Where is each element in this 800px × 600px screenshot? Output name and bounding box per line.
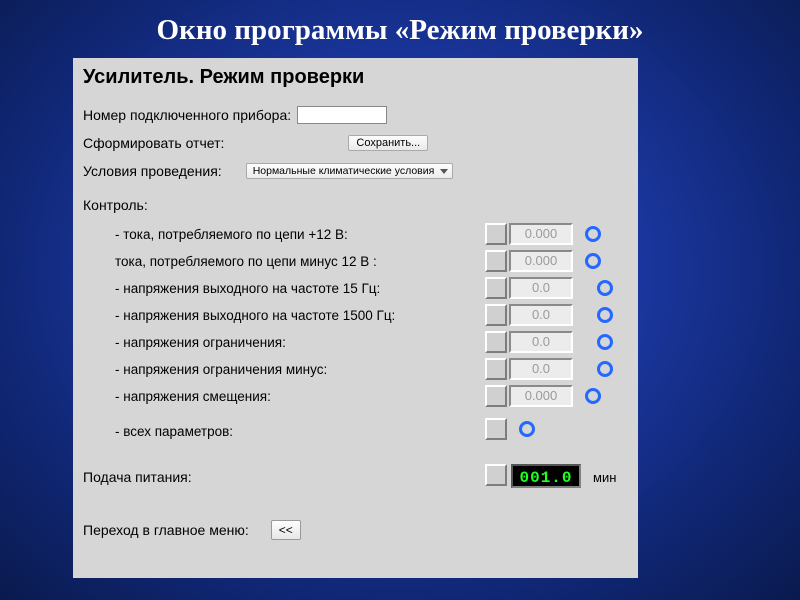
back-button[interactable]: << — [271, 520, 301, 540]
status-indicator-icon — [597, 361, 613, 377]
device-number-row: Номер подключенного прибора: — [73, 101, 638, 129]
device-number-input[interactable] — [297, 106, 387, 124]
back-row: Переход в главное меню: << — [73, 520, 638, 540]
status-indicator-icon — [597, 334, 613, 350]
run-button[interactable] — [485, 277, 507, 299]
run-button[interactable] — [485, 250, 507, 272]
power-row: Подача питания: 001.0 мин — [73, 462, 638, 492]
control-item-label: - напряжения ограничения: — [115, 335, 286, 350]
timer-unit: мин — [593, 470, 616, 485]
all-params-label: - всех параметров: — [115, 424, 233, 439]
readout-value: 0.0 — [509, 358, 573, 380]
readout-value: 0.000 — [509, 250, 573, 272]
report-row: Сформировать отчет: Сохранить... — [73, 129, 638, 157]
conditions-dropdown[interactable]: Нормальные климатические условия — [246, 163, 454, 179]
control-item-label: - напряжения выходного на частоте 1500 Г… — [115, 308, 395, 323]
control-item-label: - напряжения смещения: — [115, 389, 271, 404]
back-label: Переход в главное меню: — [83, 522, 249, 538]
control-label: Контроль: — [73, 193, 638, 215]
power-label: Подача питания: — [83, 469, 192, 485]
readout-value: 0.0 — [509, 304, 573, 326]
device-number-label: Номер подключенного прибора: — [83, 107, 291, 123]
readout-value: 0.000 — [509, 223, 573, 245]
panel-title: Усилитель. Режим проверки — [73, 58, 638, 101]
conditions-row: Условия проведения: Нормальные климатиче… — [73, 157, 638, 185]
report-label: Сформировать отчет: — [83, 135, 224, 151]
control-list: - тока, потребляемого по цепи +12 В: 0.0… — [73, 221, 638, 410]
control-row: - напряжения ограничения минус: 0.0 — [73, 356, 638, 383]
run-all-button[interactable] — [485, 418, 507, 440]
control-row: - напряжения ограничения: 0.0 — [73, 329, 638, 356]
timer-display: 001.0 — [511, 464, 581, 488]
slide-title: Окно программы «Режим проверки» — [0, 0, 800, 57]
control-item-label: - тока, потребляемого по цепи +12 В: — [115, 227, 348, 242]
status-indicator-icon — [597, 307, 613, 323]
readout-value: 0.0 — [509, 277, 573, 299]
run-button[interactable] — [485, 304, 507, 326]
control-row: - напряжения выходного на частоте 1500 Г… — [73, 302, 638, 329]
readout-value: 0.000 — [509, 385, 573, 407]
readout-value: 0.0 — [509, 331, 573, 353]
status-indicator-icon — [585, 253, 601, 269]
control-item-label: - напряжения выходного на частоте 15 Гц: — [115, 281, 380, 296]
save-button[interactable]: Сохранить... — [348, 135, 428, 151]
run-button[interactable] — [485, 385, 507, 407]
run-button[interactable] — [485, 331, 507, 353]
control-item-label: - напряжения ограничения минус: — [115, 362, 327, 377]
status-indicator-icon — [597, 280, 613, 296]
chevron-down-icon — [440, 169, 448, 174]
status-indicator-icon — [585, 226, 601, 242]
conditions-value: Нормальные климатические условия — [253, 165, 435, 177]
control-row: - напряжения смещения: 0.000 — [73, 383, 638, 410]
control-row: тока, потребляемого по цепи минус 12 В :… — [73, 248, 638, 275]
status-indicator-icon — [519, 421, 535, 437]
status-indicator-icon — [585, 388, 601, 404]
control-row: - напряжения выходного на частоте 15 Гц:… — [73, 275, 638, 302]
control-row: - тока, потребляемого по цепи +12 В: 0.0… — [73, 221, 638, 248]
power-button[interactable] — [485, 464, 507, 486]
control-item-label: тока, потребляемого по цепи минус 12 В : — [115, 254, 377, 269]
conditions-label: Условия проведения: — [83, 163, 222, 179]
run-button[interactable] — [485, 223, 507, 245]
app-panel: Усилитель. Режим проверки Номер подключе… — [73, 58, 638, 578]
run-button[interactable] — [485, 358, 507, 380]
all-params-row: - всех параметров: — [73, 416, 638, 446]
